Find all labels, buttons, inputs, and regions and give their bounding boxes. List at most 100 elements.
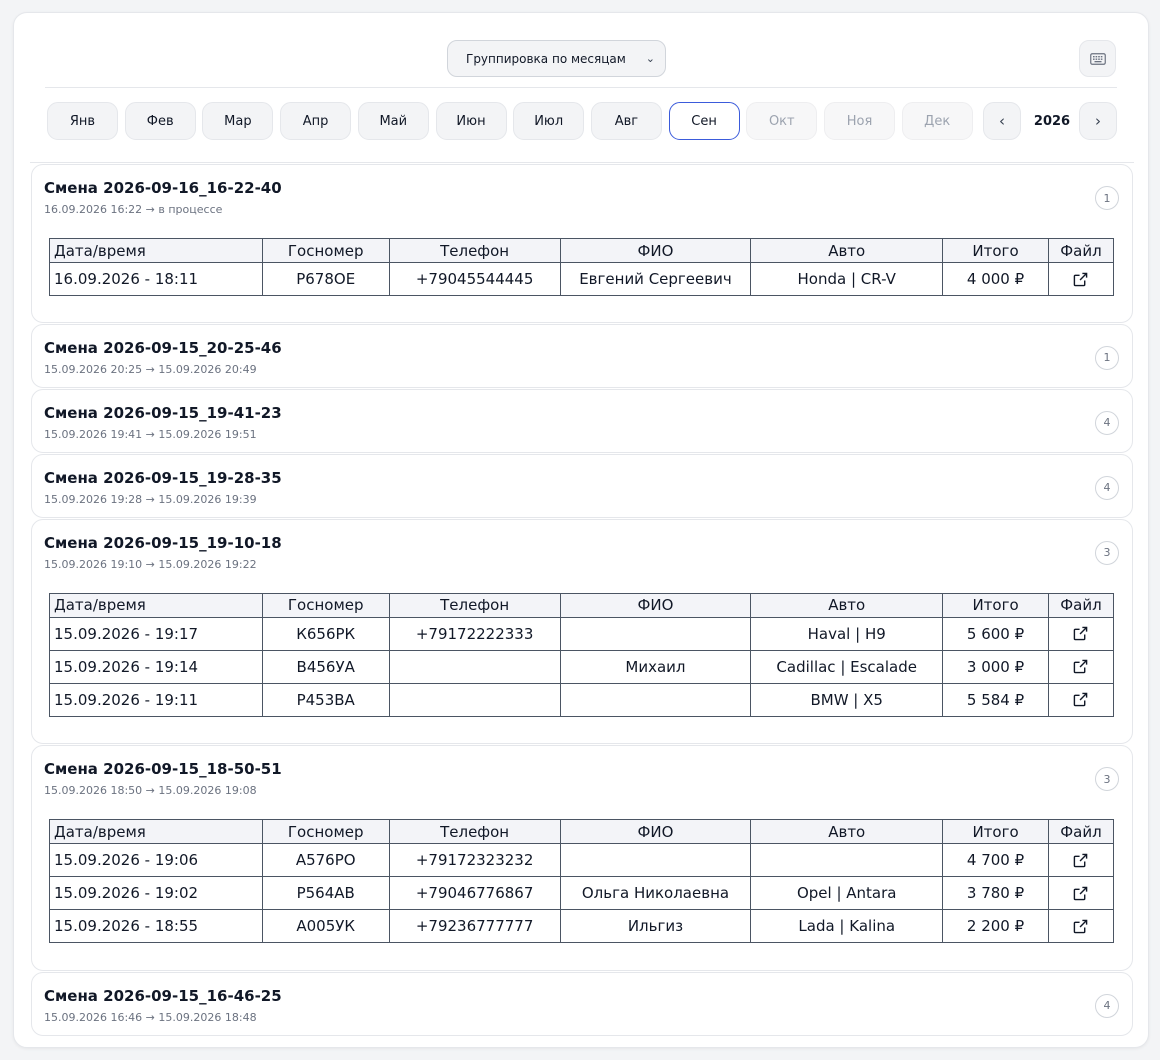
shift-section[interactable]: Смена 2026-09-15_16-46-25 15.09.2026 16:4…: [31, 971, 1133, 1036]
table-cell: Ольга Николаевна: [559, 876, 752, 910]
table-row[interactable]: 15.09.2026 - 19:11 Р453ВА BMW | X5 5 584 ₽: [49, 682, 1115, 717]
table-cell: В456УА: [261, 649, 390, 684]
table-row[interactable]: 15.09.2026 - 18:55 А005УК +79236777777 Ильг…: [49, 909, 1115, 943]
table-cell: 15.09.2026 - 19:14: [49, 649, 263, 684]
table-cell: 4 700 ₽: [942, 843, 1049, 877]
table-cell: 15.09.2026 - 19:02: [49, 876, 263, 910]
table-cell: +79046776867: [388, 876, 561, 910]
column-header: Итого: [942, 592, 1049, 618]
table-cell: Р453ВА: [261, 682, 390, 717]
table-cell: [559, 616, 752, 651]
external-link-icon[interactable]: [1073, 919, 1089, 935]
shift-count-badge: 4: [1095, 410, 1119, 435]
column-header: Госномер: [261, 819, 390, 844]
month-button-7[interactable]: Июл: [513, 102, 585, 140]
shift-section[interactable]: Смена 2026-09-16_16-22-40 16.09.2026 16:2…: [31, 164, 1133, 323]
table-row[interactable]: 16.09.2026 - 18:11 Р678ОЕ +79045544445 Евге…: [49, 262, 1115, 296]
column-header: Авто: [750, 238, 944, 263]
table-row[interactable]: 15.09.2026 - 19:17 К656РК +79172222333 Hava…: [49, 616, 1115, 651]
shift-title: Смена 2026-09-16_16-22-40: [44, 179, 282, 197]
table-cell: 4 000 ₽: [942, 262, 1049, 296]
column-header: ФИО: [559, 592, 752, 618]
column-header: Файл: [1047, 819, 1115, 844]
table-cell: 15.09.2026 - 19:17: [49, 616, 263, 651]
table-header-row: Дата/время Госномер Телефон ФИО Авто Итого Фай…: [49, 592, 1115, 618]
chevron-down-icon: ⌄: [645, 52, 655, 65]
grouping-select[interactable]: Группировка по месяцам ⌄: [447, 40, 666, 77]
shift-count-badge: 4: [1095, 993, 1119, 1018]
table-row[interactable]: 15.09.2026 - 19:02 Р564АВ +79046776867 Ольг…: [49, 876, 1115, 910]
month-button-3[interactable]: Мар: [202, 102, 274, 140]
shift-subtitle: 15.09.2026 19:41 → 15.09.2026 19:51: [44, 427, 257, 441]
table-cell: 15.09.2026 - 19:11: [49, 682, 263, 717]
shift-subtitle: 15.09.2026 18:50 → 15.09.2026 19:08: [44, 784, 257, 797]
column-header: Файл: [1047, 238, 1115, 263]
shift-title: Смена 2026-09-15_19-28-35: [44, 468, 282, 487]
shift-subtitle: 15.09.2026 19:10 → 15.09.2026 19:22: [44, 557, 257, 571]
shift-subtitle: 15.09.2026 20:25 → 15.09.2026 20:49: [44, 362, 257, 376]
external-link-icon[interactable]: [1073, 853, 1089, 869]
table-cell: [388, 649, 561, 684]
column-header: Итого: [942, 238, 1049, 263]
table-cell: 2 200 ₽: [942, 909, 1049, 943]
open-file-cell[interactable]: [1047, 876, 1115, 910]
month-button-10: Окт: [746, 102, 818, 140]
shift-subtitle: 15.09.2026 16:46 → 15.09.2026 18:48: [44, 1010, 257, 1024]
shift-section[interactable]: Смена 2026-09-15_18-50-51 15.09.2026 18:5…: [31, 745, 1133, 971]
table-cell: К656РК: [261, 616, 390, 651]
table-cell: [750, 843, 944, 877]
open-file-cell[interactable]: [1047, 909, 1115, 943]
open-file-cell[interactable]: [1047, 262, 1115, 296]
open-file-cell[interactable]: [1047, 649, 1115, 684]
table-cell: Lada | Kalina: [750, 909, 944, 943]
shift-count-badge: 1: [1095, 186, 1119, 210]
column-header: Авто: [750, 819, 944, 844]
shift-section[interactable]: Смена 2026-09-15_19-28-35 15.09.2026 19:2…: [31, 453, 1133, 518]
table-cell: 3 000 ₽: [942, 649, 1049, 684]
toolbar-divider: [45, 87, 1117, 88]
keyboard-button[interactable]: [1079, 40, 1116, 77]
shift-subtitle: 15.09.2026 19:28 → 15.09.2026 19:39: [44, 492, 257, 506]
shift-title: Смена 2026-09-15_19-41-23: [44, 403, 282, 422]
shift-section[interactable]: Смена 2026-09-15_19-10-18 15.09.2026 19:1…: [31, 518, 1133, 744]
table-cell: Haval | H9: [750, 616, 944, 651]
shift-count-badge: 3: [1095, 540, 1119, 565]
shift-title: Смена 2026-09-15_18-50-51: [44, 760, 282, 778]
table-cell: Opel | Antara: [750, 876, 944, 910]
open-file-cell[interactable]: [1047, 843, 1115, 877]
next-year-button[interactable]: ›: [1079, 102, 1117, 140]
table-cell: Ильгиз: [559, 909, 752, 943]
shift-section[interactable]: Смена 2026-09-15_19-41-23 15.09.2026 19:4…: [31, 388, 1133, 453]
month-button-6[interactable]: Июн: [435, 102, 507, 140]
external-link-icon[interactable]: [1073, 692, 1089, 708]
external-link-icon[interactable]: [1073, 659, 1089, 675]
shift-table: Дата/время Госномер Телефон ФИО Авто Итого Фай…: [49, 592, 1115, 717]
external-link-icon[interactable]: [1073, 272, 1089, 288]
month-button-5[interactable]: Май: [357, 102, 429, 140]
month-button-2[interactable]: Фев: [124, 102, 196, 140]
month-button-9[interactable]: Сен: [668, 102, 740, 140]
table-row[interactable]: 15.09.2026 - 19:06 А576РО +79172323232 4 70…: [49, 843, 1115, 877]
table-cell: Р564АВ: [261, 876, 390, 910]
shift-count-badge: 1: [1095, 345, 1119, 370]
column-header: Госномер: [261, 592, 390, 618]
table-cell: 15.09.2026 - 18:55: [49, 909, 263, 943]
column-header: ФИО: [559, 819, 752, 844]
shift-title: Смена 2026-09-15_20-25-46: [44, 338, 282, 357]
column-header: Дата/время: [49, 592, 263, 618]
month-button-1[interactable]: Янв: [47, 102, 118, 140]
open-file-cell[interactable]: [1047, 682, 1115, 717]
month-button-8[interactable]: Авг: [590, 102, 662, 140]
open-file-cell[interactable]: [1047, 616, 1115, 651]
table-cell: Р678ОЕ: [261, 262, 390, 296]
external-link-icon[interactable]: [1073, 626, 1089, 642]
list-divider: [30, 162, 1134, 163]
shift-count-badge: 3: [1095, 767, 1119, 791]
month-button-4[interactable]: Апр: [280, 102, 352, 140]
column-header: Телефон: [388, 819, 561, 844]
prev-year-button[interactable]: ‹: [983, 102, 1021, 140]
month-button-11: Ноя: [824, 102, 895, 140]
external-link-icon[interactable]: [1073, 886, 1089, 902]
table-row[interactable]: 15.09.2026 - 19:14 В456УА Михаил Cadillac |…: [49, 649, 1115, 684]
shift-section[interactable]: Смена 2026-09-15_20-25-46 15.09.2026 20:2…: [31, 323, 1133, 388]
